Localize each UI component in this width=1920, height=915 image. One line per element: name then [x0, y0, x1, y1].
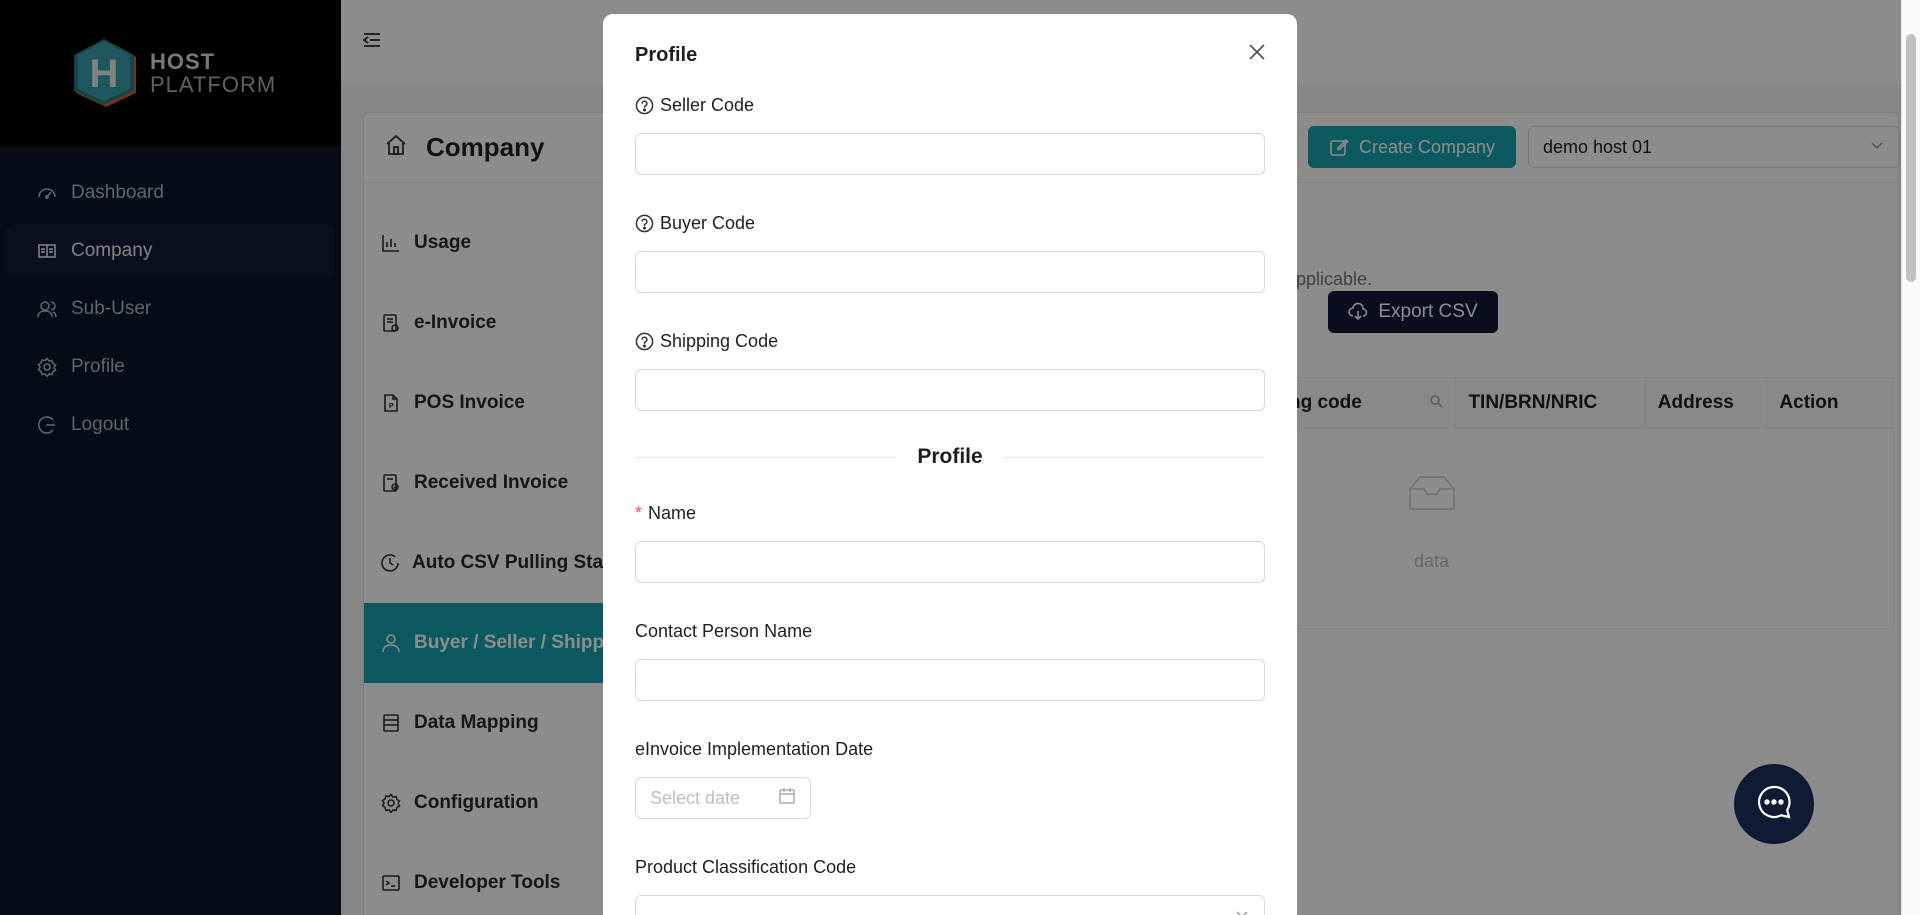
calendar-icon [778, 787, 796, 810]
scrollbar-thumb[interactable] [1906, 34, 1916, 282]
divider-label: Profile [917, 445, 983, 468]
product-classification-label: Product Classification Code [635, 855, 1265, 879]
date-placeholder: Select date [650, 787, 741, 808]
label-text: Buyer Code [660, 212, 756, 233]
seller-code-label: Seller Code [635, 93, 1265, 117]
label-text: Contact Person Name [635, 620, 813, 641]
buyer-code-input[interactable] [635, 251, 1265, 293]
close-button[interactable] [1243, 40, 1271, 68]
label-text: Name [648, 502, 697, 523]
chat-button[interactable] [1734, 764, 1814, 844]
label-text: Seller Code [660, 94, 755, 115]
modal-title: Profile [635, 44, 698, 66]
einvoice-date-picker[interactable]: Select date [635, 777, 811, 819]
contact-person-label: Contact Person Name [635, 619, 1265, 643]
label-text: eInvoice Implementation Date [635, 738, 874, 759]
chevron-down-icon [1234, 906, 1250, 915]
shipping-code-label: Shipping Code [635, 329, 1265, 353]
close-icon [1247, 42, 1267, 67]
shipping-code-input[interactable] [635, 369, 1265, 411]
name-label: * Name [635, 501, 1265, 525]
page-scrollbar[interactable] [1901, 0, 1920, 915]
name-input[interactable] [635, 541, 1265, 583]
question-circle-icon[interactable] [635, 214, 654, 233]
question-circle-icon[interactable] [635, 96, 654, 115]
profile-divider: Profile [635, 445, 1266, 469]
einvoice-date-label: eInvoice Implementation Date [635, 737, 1265, 761]
question-circle-icon[interactable] [635, 332, 654, 351]
chat-icon [1754, 782, 1794, 827]
buyer-code-label: Buyer Code [635, 211, 1265, 235]
profile-modal: Profile Seller Code Buyer Code Shipping … [603, 14, 1297, 915]
contact-person-input[interactable] [635, 659, 1265, 701]
required-marker: * [635, 502, 643, 523]
label-text: Product Classification Code [635, 856, 857, 877]
product-classification-select[interactable] [635, 895, 1265, 915]
label-text: Shipping Code [660, 330, 779, 351]
seller-code-input[interactable] [635, 133, 1265, 175]
